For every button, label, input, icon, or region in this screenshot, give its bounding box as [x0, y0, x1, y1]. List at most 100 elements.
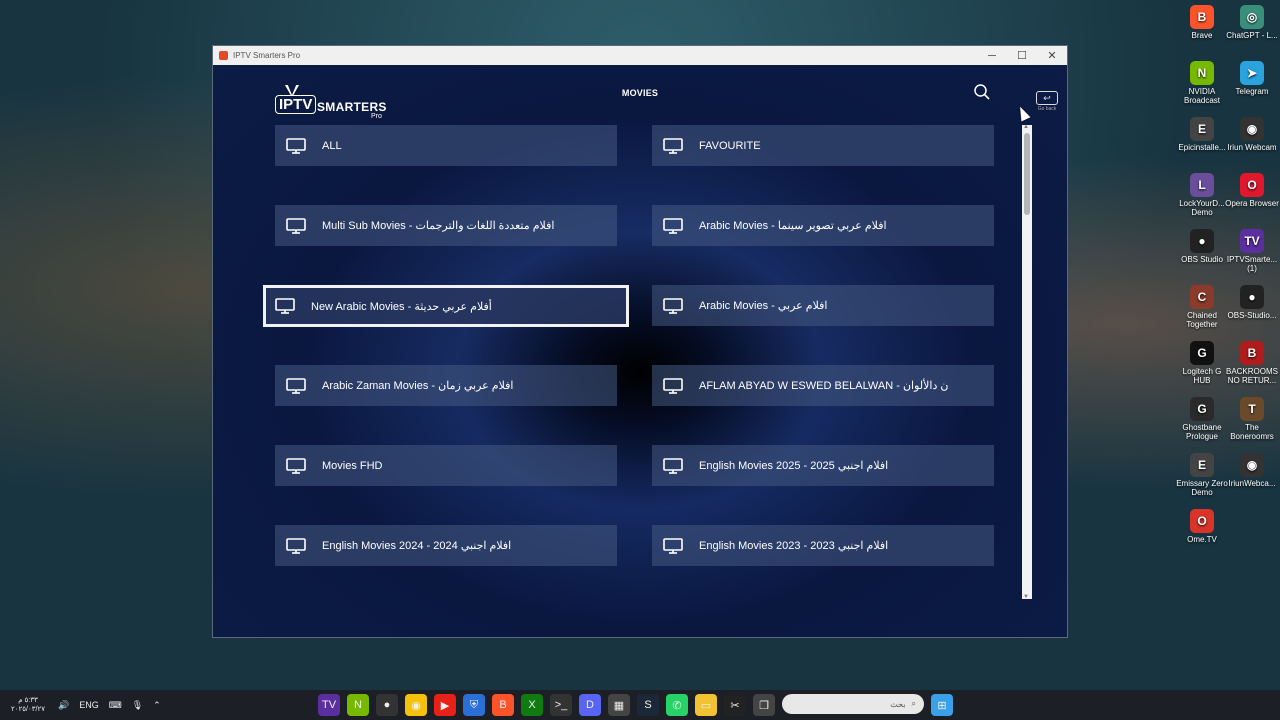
category-tile[interactable]: AFLAM ABYAD W ESWED BELALWAN - ن دالألوا…	[652, 365, 994, 406]
clock[interactable]: ٥:٣٣ م ٢٠٢٥/٠٣/٢٧	[4, 696, 52, 714]
taskbar-explorer-icon[interactable]: ▭	[695, 694, 717, 716]
search-placeholder: بحث	[890, 699, 906, 709]
category-label: Arabic Movies - افلام عربي تصوير سينما	[699, 220, 887, 232]
desktop-icon[interactable]: ➤ Telegram	[1224, 61, 1280, 96]
go-back-button[interactable]: ↩ Go back	[1035, 91, 1059, 113]
category-tile[interactable]: FAVOURITE	[652, 125, 994, 166]
desktop-icon[interactable]: ◉ IriunWebca...	[1224, 453, 1280, 488]
category-tile[interactable]: English Movies 2025 - 2025 افلام اجنبي	[652, 445, 994, 486]
desktop-icon[interactable]: ● OBS-Studio...	[1224, 285, 1280, 320]
app-body: IPTV SMARTERS Pro MOVIES ↩ Go back ALL FA…	[213, 65, 1067, 637]
desktop-icon-label: BACKROOMS NO RETUR...	[1225, 367, 1278, 385]
tv-icon	[663, 377, 683, 394]
desktop-icon[interactable]: TV IPTVSmarte... (1)	[1224, 229, 1280, 273]
taskbar-steam-icon[interactable]: S	[637, 694, 659, 716]
category-tile[interactable]: English Movies 2024 - 2024 افلام اجنبي	[275, 525, 617, 566]
taskbar-nvidia-icon[interactable]: N	[347, 694, 369, 716]
app-icon: E	[1190, 453, 1214, 477]
windows-start-icon[interactable]: ⊞	[931, 694, 953, 716]
app-icon	[219, 51, 228, 60]
category-tile[interactable]: New Arabic Movies - أفلام عربي حديثة	[263, 285, 629, 327]
title-bar[interactable]: IPTV Smarters Pro ─ ☐ ✕	[213, 46, 1067, 65]
iptv-window: IPTV Smarters Pro ─ ☐ ✕ IPTV SMARTERS Pr…	[212, 45, 1068, 638]
system-tray: 🔊 ENG ⌨ 🎙 ⌃	[58, 700, 161, 711]
desktop-icon-label: Ome.TV	[1187, 535, 1217, 544]
taskbar-defender-icon[interactable]: ⛨	[463, 694, 485, 716]
search-icon	[974, 84, 990, 100]
desktop-icon-label: Ghostbane Prologue	[1182, 423, 1222, 441]
desktop-icon-label: IPTVSmarte... (1)	[1226, 255, 1278, 273]
microphone-icon[interactable]: 🎙	[132, 700, 143, 711]
scrollbar[interactable]: ▲ ▼	[1022, 124, 1032, 600]
taskbar-iptv-app-icon[interactable]: TV	[318, 694, 340, 716]
taskbar-xbox-icon[interactable]: X	[521, 694, 543, 716]
taskbar-brave-icon[interactable]: B	[492, 694, 514, 716]
search-icon: ⌕	[911, 699, 916, 708]
keyboard-icon[interactable]: ⌨	[109, 700, 122, 711]
desktop-icon-label: Logitech G HUB	[1182, 367, 1222, 385]
category-tile[interactable]: ALL	[275, 125, 617, 166]
taskbar-discord-icon[interactable]: D	[579, 694, 601, 716]
taskbar-store-icon[interactable]: ▦	[608, 694, 630, 716]
desktop-icon[interactable]: T The Boneroomrs	[1224, 397, 1280, 441]
taskbar-chrome-icon[interactable]: ◉	[405, 694, 427, 716]
desktop-icon[interactable]: B Brave	[1174, 5, 1230, 40]
desktop-icon[interactable]: G Logitech G HUB	[1174, 341, 1230, 385]
tv-icon	[275, 298, 295, 314]
search-button[interactable]	[973, 83, 991, 101]
tv-icon	[286, 457, 306, 474]
taskbar-taskview-icon[interactable]: ❐	[753, 694, 775, 716]
desktop-icon[interactable]: L LockYourD... Demo	[1174, 173, 1230, 217]
minimize-button[interactable]: ─	[977, 46, 1007, 65]
close-button[interactable]: ✕	[1037, 46, 1067, 65]
desktop-icon[interactable]: ● OBS Studio	[1174, 229, 1230, 264]
desktop-icon-label: Emissary Zero Demo	[1176, 479, 1228, 497]
app-icon: ◎	[1240, 5, 1264, 29]
scroll-up-icon[interactable]: ▲	[1023, 124, 1029, 130]
scroll-down-icon[interactable]: ▼	[1023, 594, 1029, 600]
desktop-icon[interactable]: O Opera Browser	[1224, 173, 1280, 208]
app-icon: C	[1190, 285, 1214, 309]
taskbar-whatsapp-icon[interactable]: ✆	[666, 694, 688, 716]
go-back-label: Go back	[1037, 106, 1057, 112]
desktop-icon[interactable]: E Emissary Zero Demo	[1174, 453, 1230, 497]
category-label: ALL	[322, 139, 342, 152]
app-icon: ◉	[1240, 117, 1264, 141]
tv-icon	[663, 297, 683, 314]
taskbar: ٥:٣٣ م ٢٠٢٥/٠٣/٢٧ 🔊 ENG ⌨ 🎙 ⌃ TV N ● ◉ ▶ ⛨ B X >…	[0, 690, 1280, 720]
category-tile[interactable]: English Movies 2023 - 2023 افلام اجنبي	[652, 525, 994, 566]
desktop-icon[interactable]: C Chained Together	[1174, 285, 1230, 329]
desktop-icon[interactable]: G Ghostbane Prologue	[1174, 397, 1230, 441]
clock-time: ٥:٣٣ م	[18, 697, 38, 704]
scrollbar-thumb[interactable]	[1024, 133, 1030, 215]
taskbar-youtube-icon[interactable]: ▶	[434, 694, 456, 716]
taskbar-search[interactable]: بحث ⌕	[782, 694, 924, 714]
category-tile[interactable]: Movies FHD	[275, 445, 617, 486]
desktop-icon[interactable]: E Epicinstalle...	[1174, 117, 1230, 152]
app-icon: ●	[1190, 229, 1214, 253]
category-tile[interactable]: Arabic Zaman Movies - افلام عربي زمان	[275, 365, 617, 406]
page-title: MOVIES	[621, 88, 659, 98]
tv-icon	[286, 217, 306, 234]
desktop-icon-label: OBS Studio	[1181, 255, 1223, 264]
desktop-icon[interactable]: ◎ ChatGPT - L...	[1224, 5, 1280, 40]
desktop-icon[interactable]: ◉ Iriun Webcam	[1224, 117, 1280, 152]
tray-expand-icon[interactable]: ⌃	[153, 700, 161, 711]
tv-icon	[663, 537, 683, 554]
desktop-icon-label: Iriun Webcam	[1227, 143, 1277, 152]
category-tile[interactable]: Arabic Movies - افلام عربي تصوير سينما	[652, 205, 994, 246]
volume-icon[interactable]: 🔊	[58, 700, 69, 711]
category-tile[interactable]: Arabic Movies - افلام عربي	[652, 285, 994, 326]
category-tile[interactable]: Multi Sub Movies - افلام متعددة اللغات و…	[275, 205, 617, 246]
desktop-icon[interactable]: N NVIDIA Broadcast	[1174, 61, 1230, 105]
category-label: FAVOURITE	[699, 139, 761, 152]
taskbar-capcut-icon[interactable]: ✂	[724, 694, 746, 716]
language-indicator[interactable]: ENG	[79, 700, 99, 710]
desktop-icon[interactable]: O Ome.TV	[1174, 509, 1230, 544]
maximize-button[interactable]: ☐	[1007, 46, 1037, 65]
taskbar-obs-icon[interactable]: ●	[376, 694, 398, 716]
desktop-icon[interactable]: B BACKROOMS NO RETUR...	[1224, 341, 1280, 385]
category-label: AFLAM ABYAD W ESWED BELALWAN - ن دالألوا…	[699, 380, 949, 392]
app-icon: TV	[1240, 229, 1264, 253]
taskbar-terminal-icon[interactable]: >_	[550, 694, 572, 716]
